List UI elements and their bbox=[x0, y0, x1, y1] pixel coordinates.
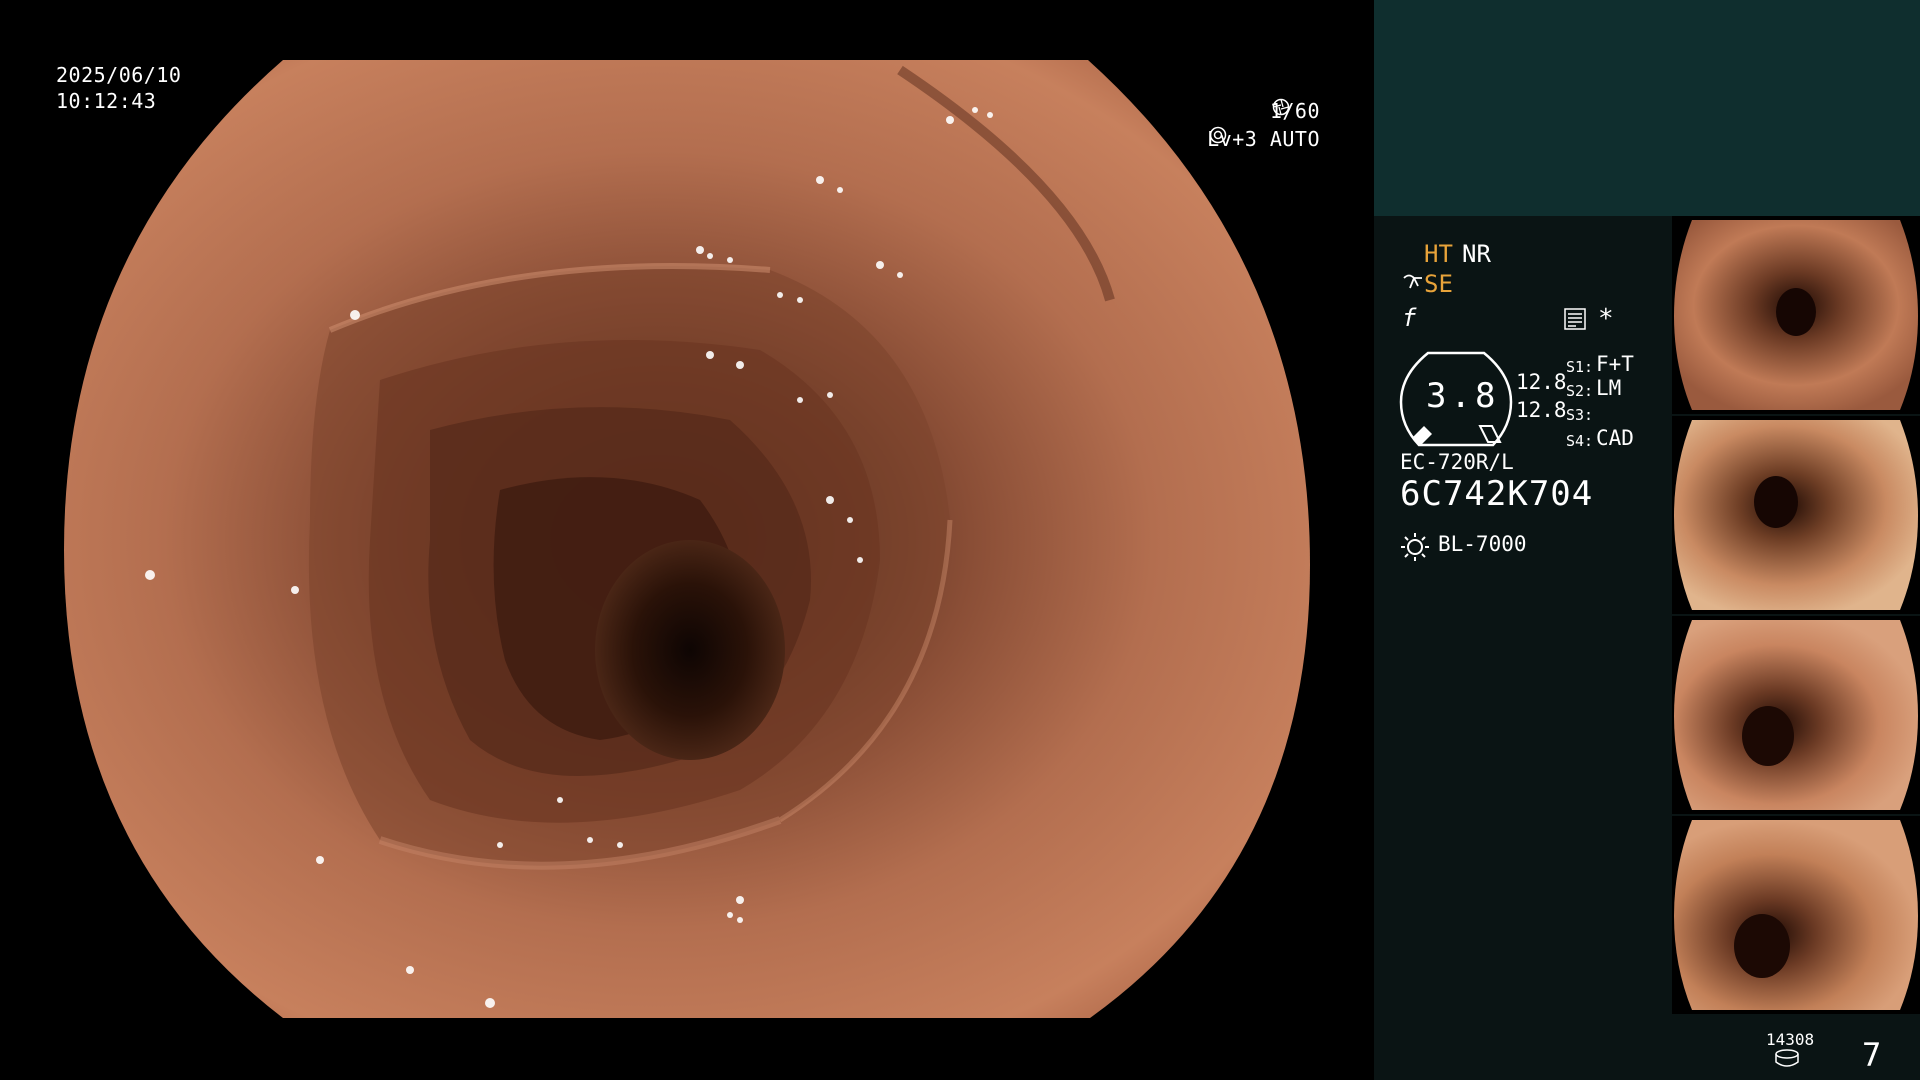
capture-count: 14308 bbox=[1766, 1030, 1815, 1049]
gain-value-2: 12.8 bbox=[1516, 398, 1567, 422]
capture-thumbnail[interactable] bbox=[1672, 616, 1920, 814]
capture-thumbnail[interactable] bbox=[1672, 816, 1920, 1014]
s2-key: S2: bbox=[1566, 382, 1594, 400]
s3-key: S3: bbox=[1566, 406, 1594, 424]
page-number: 7 bbox=[1862, 1036, 1882, 1074]
s4-key: S4: bbox=[1566, 432, 1594, 450]
light-source-model: BL-7000 bbox=[1438, 532, 1527, 556]
ht-indicator: HT bbox=[1424, 240, 1453, 268]
scope-serial: 6C742K704 bbox=[1400, 474, 1594, 514]
storage-disk-icon bbox=[1775, 1049, 1799, 1067]
s2-value: LM bbox=[1596, 376, 1622, 400]
settings-panel: HT NR SE f * 3.8 12.8 12.8 S1: F+T S2: L… bbox=[1374, 216, 1920, 1080]
date-text: 2025/06/10 bbox=[56, 63, 182, 87]
s1-key: S1: bbox=[1566, 358, 1594, 376]
panel-header-area bbox=[1374, 0, 1920, 216]
colon-lumen-image bbox=[64, 60, 1310, 1018]
s1-value: F+T bbox=[1596, 352, 1634, 376]
thumbnail-image bbox=[1674, 620, 1918, 810]
se-indicator: SE bbox=[1424, 270, 1453, 298]
thumbnail-image bbox=[1674, 220, 1918, 410]
time-text: 10:12:43 bbox=[56, 89, 157, 113]
menu-list-icon bbox=[1564, 308, 1586, 330]
freeze-icon: f bbox=[1402, 304, 1417, 332]
iris-level-readout: Lv+3 AUTO bbox=[1207, 126, 1320, 152]
thumbnail-image bbox=[1674, 420, 1918, 610]
aperture-icon bbox=[1272, 98, 1290, 116]
dial-value: 3.8 bbox=[1426, 376, 1500, 416]
capture-thumbnail[interactable] bbox=[1672, 216, 1920, 414]
structure-enhance-icon bbox=[1403, 274, 1422, 289]
asterisk-indicator: * bbox=[1598, 304, 1614, 334]
thumbnail-image bbox=[1674, 820, 1918, 1010]
gain-value-1: 12.8 bbox=[1516, 370, 1567, 394]
endoscope-live-view: 2025/06/10 10:12:43 1/60 Lv+3 AUTO bbox=[0, 0, 1372, 1080]
scope-model: EC-720R/L bbox=[1400, 450, 1514, 474]
light-source-icon bbox=[1401, 533, 1429, 561]
s4-value: CAD bbox=[1596, 426, 1634, 450]
auto-iris-icon bbox=[1209, 126, 1227, 144]
capture-thumbnail[interactable] bbox=[1672, 416, 1920, 614]
date-time-readout: 2025/06/10 10:12:43 bbox=[56, 62, 181, 114]
shutter-readout: 1/60 bbox=[1270, 98, 1320, 124]
nr-indicator: NR bbox=[1462, 240, 1491, 268]
